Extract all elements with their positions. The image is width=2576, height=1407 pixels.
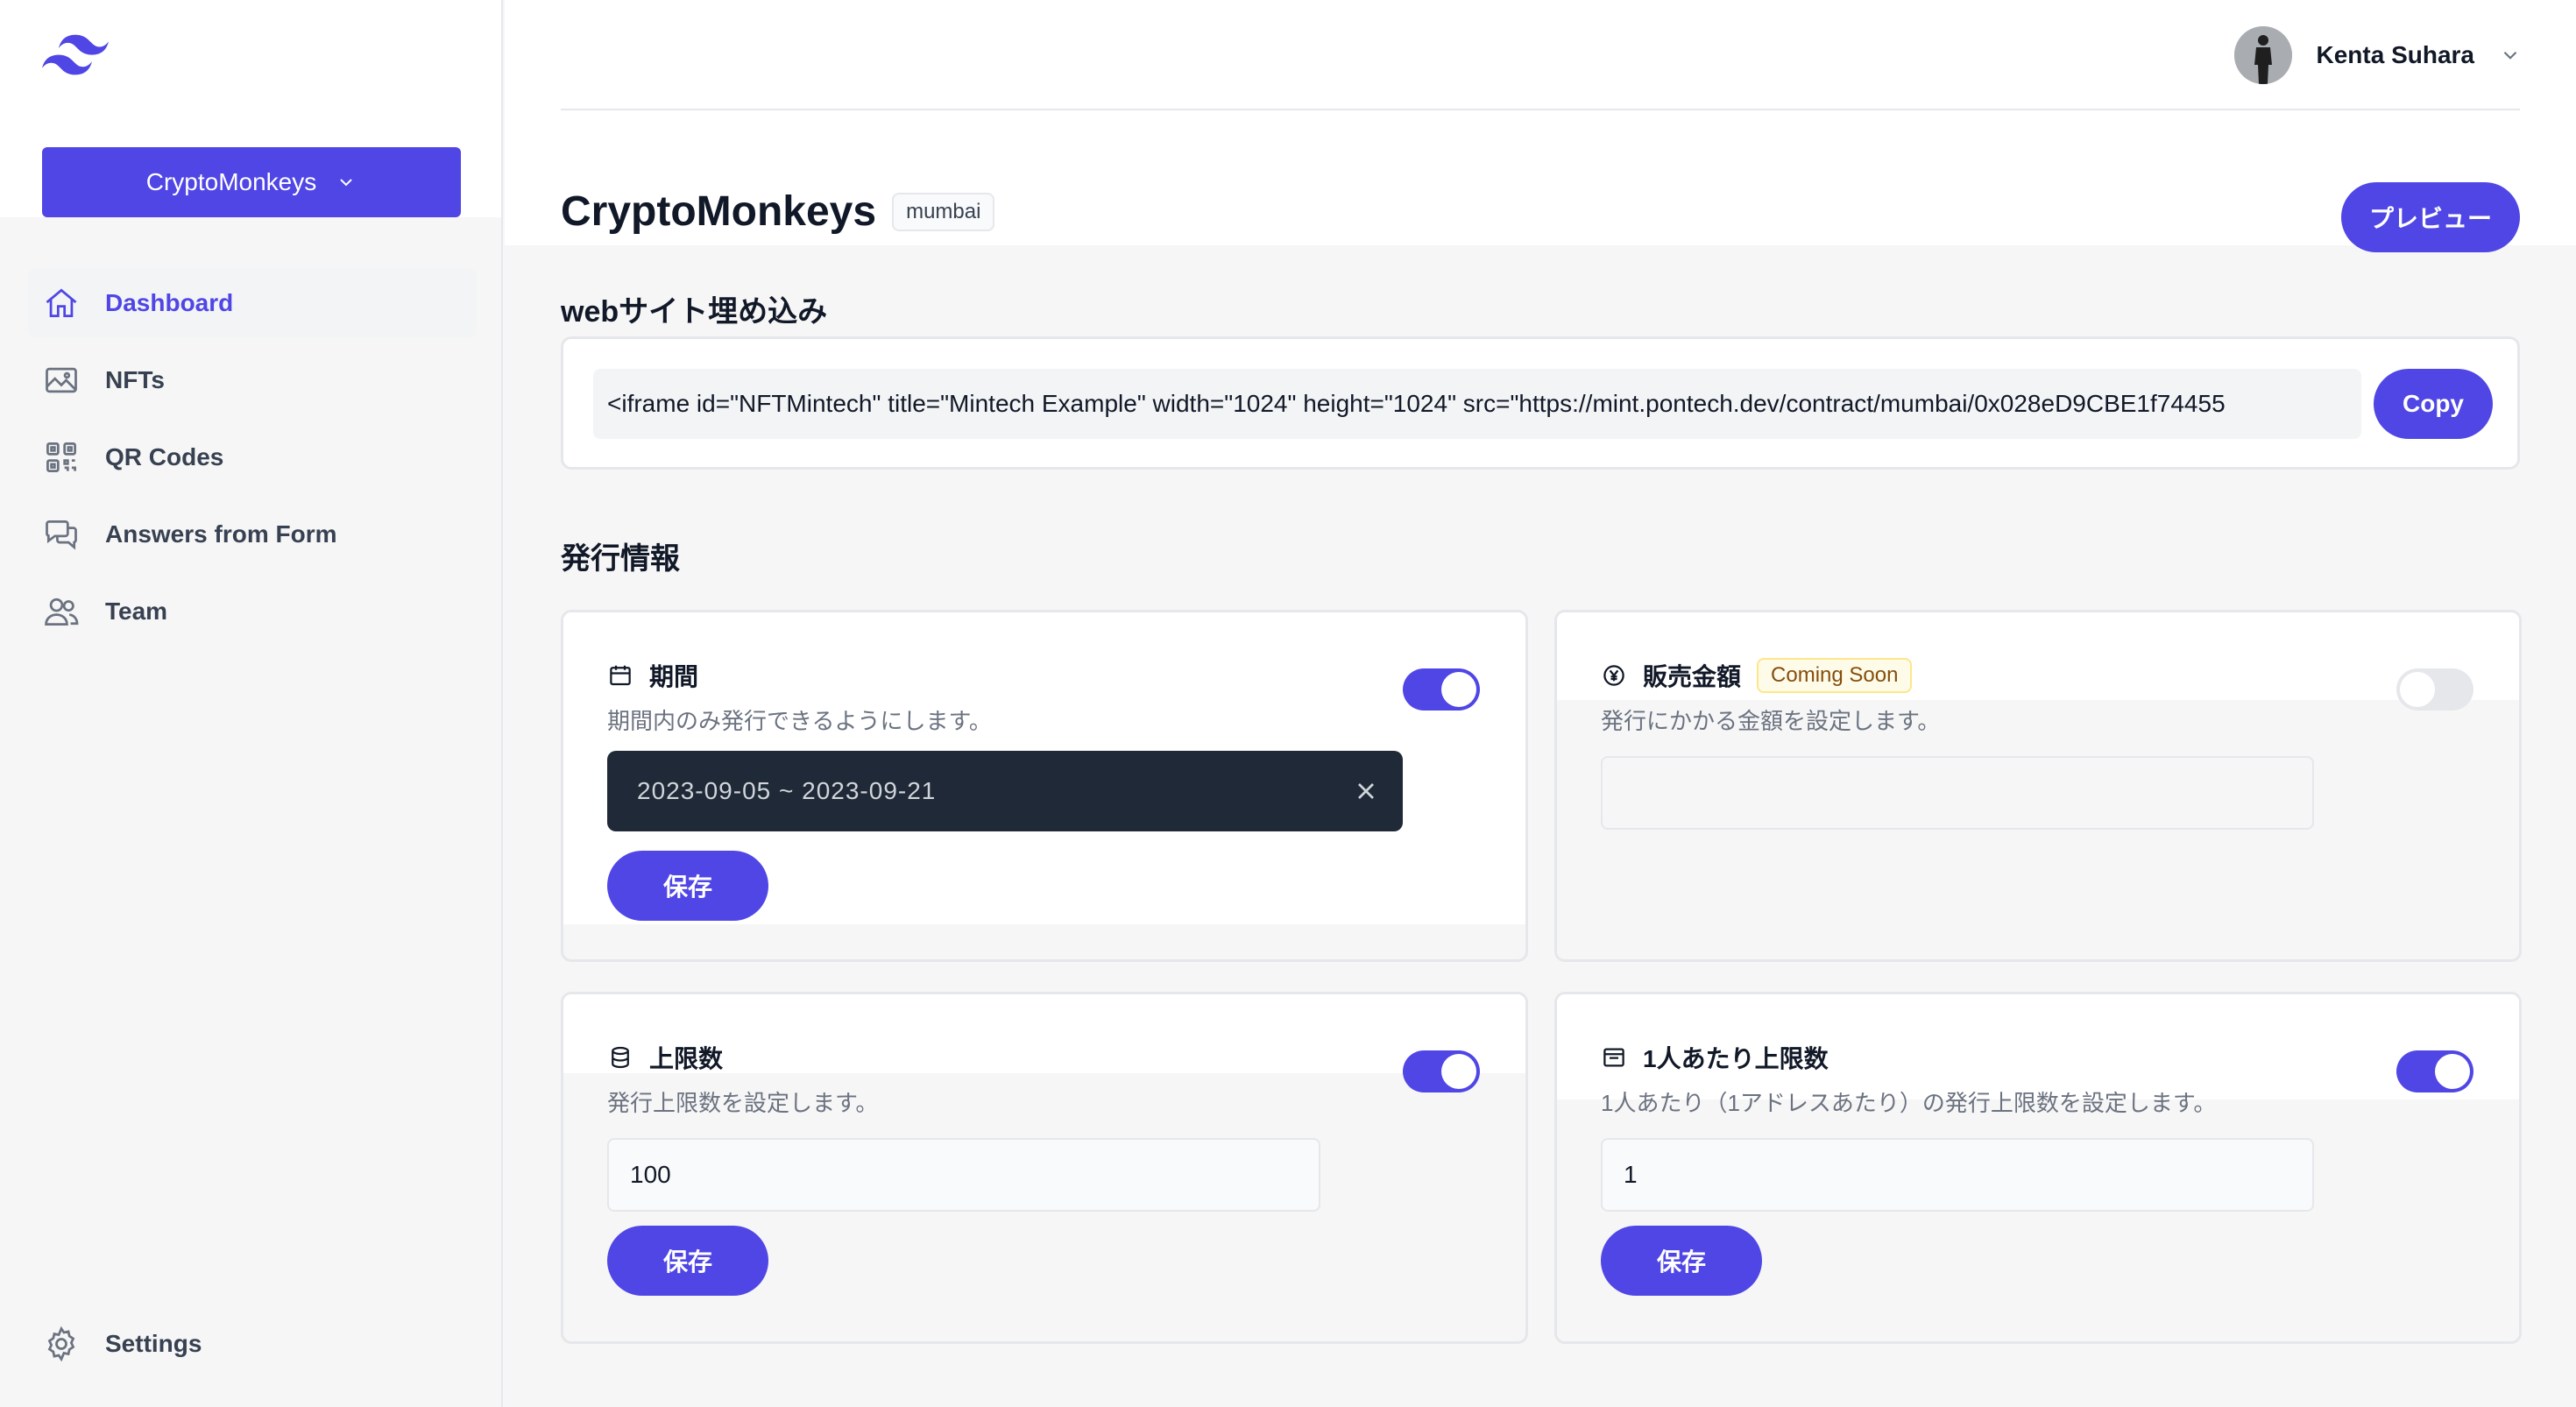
per-person-description: 1人あたり（1アドレスあたり）の発行上限数を設定します。 (1601, 1090, 2217, 1116)
price-card: 販売金額 Coming Soon 発行にかかる金額を設定します。 (1554, 610, 2522, 962)
date-range-value: 2023-09-05 ~ 2023-09-21 (637, 777, 937, 804)
page-title: CryptoMonkeys (561, 188, 877, 235)
sidebar-nav: Dashboard NFTs QR Codes Answers from For… (28, 268, 477, 654)
inbox-icon (1603, 1048, 1624, 1067)
close-icon[interactable] (1352, 777, 1380, 805)
coming-soon-badge: Coming Soon (1757, 658, 1913, 693)
sidebar-item-qr-codes[interactable]: QR Codes (28, 422, 477, 492)
copy-button[interactable]: Copy (2374, 369, 2493, 439)
avatar-person-icon (2233, 26, 2292, 84)
per-person-toggle[interactable] (2396, 1050, 2473, 1092)
sidebar-item-settings[interactable]: Settings (28, 1309, 477, 1379)
per-person-input[interactable]: 1 (1601, 1138, 2314, 1212)
sidebar-item-label: Answers from Form (105, 520, 337, 548)
max-supply-toggle[interactable] (1403, 1050, 1480, 1092)
database-icon (612, 1046, 629, 1069)
max-supply-input[interactable]: 100 (607, 1138, 1320, 1212)
period-card-header: 期間 (607, 658, 698, 693)
price-card-header: 販売金額 Coming Soon (1601, 658, 1913, 693)
period-toggle[interactable] (1403, 668, 1480, 711)
per-person-card: 1人あたり上限数 1人あたり（1アドレスあたり）の発行上限数を設定します。 1 … (1554, 992, 2522, 1344)
price-description: 発行にかかる金額を設定します。 (1601, 708, 1941, 734)
project-selector-label: CryptoMonkeys (145, 168, 317, 195)
price-toggle[interactable] (2396, 668, 2473, 711)
period-save-button[interactable]: 保存 (607, 851, 768, 921)
calendar-icon (610, 665, 631, 686)
sidebar-item-label: QR Codes (105, 443, 224, 470)
max-supply-description: 発行上限数を設定します。 (607, 1090, 879, 1116)
sidebar-item-label: Settings (105, 1330, 202, 1357)
period-description: 期間内のみ発行できるようにします。 (607, 708, 992, 734)
price-input[interactable] (1601, 756, 2314, 830)
users-icon (45, 597, 79, 626)
period-title: 期間 (649, 663, 699, 690)
embed-card: <iframe id="NFTMintech" title="Mintech E… (561, 336, 2520, 470)
sidebar-item-answers-from-form[interactable]: Answers from Form (28, 499, 477, 569)
user-name: Kenta Suhara (2316, 41, 2475, 68)
preview-button[interactable]: プレビュー (2341, 182, 2520, 252)
sidebar-item-team[interactable]: Team (28, 576, 477, 647)
max-supply-title: 上限数 (649, 1045, 724, 1072)
user-menu[interactable]: Kenta Suhara (2233, 26, 2523, 84)
date-range-input[interactable]: 2023-09-05 ~ 2023-09-21 (607, 751, 1403, 831)
price-title: 販売金額 (1643, 663, 1742, 690)
max-supply-card: 上限数 発行上限数を設定します。 100 保存 (561, 992, 1528, 1344)
embed-section-title: webサイト埋め込み (561, 295, 828, 329)
period-card: 期間 期間内のみ発行できるようにします。 2023-09-05 ~ 2023-0… (561, 610, 1528, 962)
tailwind-logo-icon[interactable] (42, 33, 109, 77)
image-icon (46, 367, 77, 393)
sidebar-item-label: Dashboard (105, 289, 234, 316)
per-person-save-button[interactable]: 保存 (1601, 1226, 1762, 1296)
sidebar-item-nfts[interactable]: NFTs (28, 345, 477, 415)
home-icon (46, 288, 77, 318)
page-title-row: CryptoMonkeys mumbai (561, 187, 995, 236)
sidebar-bottom: Settings (28, 1309, 477, 1386)
embed-code-field[interactable]: <iframe id="NFTMintech" title="Mintech E… (593, 369, 2361, 439)
header-divider (561, 109, 2520, 110)
sidebar: CryptoMonkeys Dashboard NFTs QR Codes An… (0, 0, 503, 1407)
network-badge: mumbai (892, 192, 995, 231)
issue-section-title: 発行情報 (561, 542, 680, 576)
chevron-down-icon (340, 179, 352, 187)
max-supply-save-button[interactable]: 保存 (607, 1226, 768, 1296)
gear-icon (47, 1326, 75, 1362)
per-person-title: 1人あたり上限数 (1643, 1045, 1829, 1072)
sidebar-item-dashboard[interactable]: Dashboard (28, 268, 477, 338)
avatar (2233, 26, 2292, 84)
qr-code-icon (46, 442, 76, 472)
chat-bubbles-icon (46, 520, 77, 550)
per-person-card-header: 1人あたり上限数 (1601, 1040, 1829, 1075)
max-supply-card-header: 上限数 (607, 1040, 723, 1075)
sidebar-item-label: NFTs (105, 366, 165, 393)
chevron-down-icon (2503, 51, 2517, 60)
sidebar-item-label: Team (105, 597, 168, 625)
project-selector[interactable]: CryptoMonkeys (42, 147, 461, 217)
yen-circle-icon (1603, 665, 1624, 686)
